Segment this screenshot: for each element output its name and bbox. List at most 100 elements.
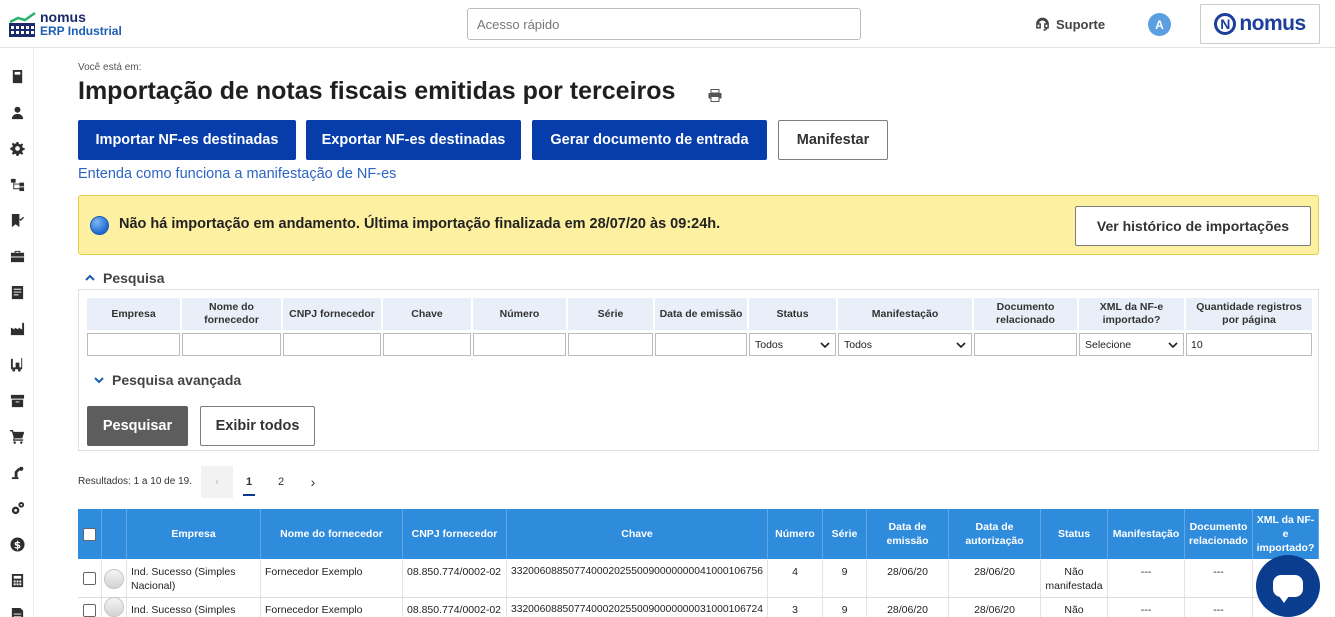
import-nfe-button[interactable]: Importar NF-es destinadas	[78, 120, 296, 160]
row-checkbox[interactable]	[83, 604, 96, 617]
document-icon[interactable]	[9, 284, 25, 300]
row-checkbox[interactable]	[83, 572, 96, 585]
row-cnpj: 08.850.774/0002-02	[403, 560, 507, 597]
next-page-button[interactable]: ›	[300, 466, 326, 498]
chevron-down-icon	[956, 341, 966, 348]
svg-text:$: $	[13, 539, 20, 551]
chave-filter-input[interactable]	[383, 333, 471, 356]
radio-column-header	[102, 509, 127, 559]
gears-icon[interactable]	[9, 500, 25, 516]
nomus-erp-logo[interactable]: nomus ERP Industrial	[8, 8, 138, 40]
search-section-toggle[interactable]: Pesquisa	[84, 270, 164, 286]
manifest-button[interactable]: Manifestar	[778, 120, 888, 160]
brand-n-mark: N	[1214, 13, 1237, 35]
chat-widget-button[interactable]	[1256, 555, 1320, 617]
sidebar: $	[0, 49, 34, 617]
empresa-filter-input[interactable]	[87, 333, 180, 356]
row-status: Não manifestada	[1041, 560, 1108, 597]
row-fornecedor: Fornecedor Exemplo	[261, 560, 403, 597]
forklift-icon[interactable]	[9, 356, 25, 372]
numero-filter-input[interactable]	[473, 333, 566, 356]
filter-header-per-page: Quantidade registros por página	[1186, 298, 1312, 330]
filter-header-data-emissao: Data de emissão	[655, 298, 747, 330]
dollar-icon[interactable]: $	[9, 536, 25, 552]
bookmark-check-icon[interactable]	[9, 212, 25, 228]
row-numero: 3	[768, 598, 823, 617]
row-manifestacao: ---	[1108, 598, 1185, 617]
user-avatar[interactable]: A	[1148, 13, 1171, 36]
print-icon[interactable]	[708, 89, 722, 102]
book-icon[interactable]	[9, 68, 25, 84]
cnpj-filter-input[interactable]	[283, 333, 381, 356]
support-link[interactable]: Suporte	[1035, 15, 1105, 33]
search-button[interactable]: Pesquisar	[87, 406, 188, 446]
per-page-input[interactable]	[1186, 333, 1312, 356]
table-header-xml[interactable]: XML da NF-e importado?	[1253, 509, 1319, 559]
xml-imported-select[interactable]: Selecione	[1079, 333, 1184, 356]
chat-bubble-icon	[1273, 575, 1303, 603]
row-chave: 3320060885077400020255009000000004100010…	[507, 560, 768, 597]
filter-header-cnpj: CNPJ fornecedor	[283, 298, 381, 330]
xml-select-value: Selecione	[1085, 338, 1132, 351]
row-data-emissao: 28/06/20	[867, 598, 949, 617]
flow-icon[interactable]	[9, 176, 25, 192]
nomus-brand-logo: N nomus	[1200, 4, 1320, 44]
chevron-down-icon	[94, 377, 104, 384]
advanced-search-toggle[interactable]: Pesquisa avançada	[93, 372, 241, 388]
support-label: Suporte	[1056, 16, 1106, 32]
quick-access-input[interactable]	[467, 8, 861, 40]
page-2-button[interactable]: 2	[268, 466, 294, 498]
archive-icon[interactable]	[9, 392, 25, 408]
status-select[interactable]: Todos	[749, 333, 836, 356]
table-header-numero[interactable]: Número	[768, 509, 823, 559]
table-header-status[interactable]: Status	[1041, 509, 1108, 559]
manifestacao-select-value: Todos	[844, 338, 873, 351]
fornecedor-filter-input[interactable]	[182, 333, 281, 356]
page-1-button[interactable]: 1	[236, 466, 262, 498]
table-header-documento[interactable]: Documento relacionado	[1185, 509, 1253, 559]
calculator-icon[interactable]	[9, 572, 25, 588]
robot-arm-icon[interactable]	[9, 464, 25, 480]
table-header-empresa[interactable]: Empresa	[127, 509, 261, 559]
import-status-alert: Não há importação em andamento. Última i…	[78, 195, 1319, 255]
row-data-autorizacao: 28/06/20	[949, 560, 1041, 597]
table-header-chave[interactable]: Chave	[507, 509, 768, 559]
row-serie: 9	[823, 560, 867, 597]
headset-icon	[1036, 17, 1049, 31]
briefcase-icon[interactable]	[9, 248, 25, 264]
report-icon[interactable]	[9, 606, 25, 617]
row-data-autorizacao: 28/06/20	[949, 598, 1041, 617]
export-nfe-button[interactable]: Exportar NF-es destinadas	[306, 120, 521, 160]
building-logo-icon	[9, 12, 36, 37]
serie-filter-input[interactable]	[568, 333, 653, 356]
factory-icon[interactable]	[9, 320, 25, 336]
import-history-button[interactable]: Ver histórico de importações	[1075, 206, 1311, 246]
row-checkbox-cell	[78, 560, 102, 597]
documento-filter-input[interactable]	[974, 333, 1077, 356]
table-header-manifestacao[interactable]: Manifestação	[1108, 509, 1185, 559]
previous-page-button[interactable]: ‹	[201, 466, 233, 498]
page-title: Importação de notas fiscais emitidas por…	[78, 77, 676, 105]
row-empresa: Ind. Sucesso (Simples	[127, 598, 261, 617]
select-all-checkbox[interactable]	[83, 527, 96, 541]
row-radio-cell	[102, 560, 127, 597]
table-header-data-autorizacao[interactable]: Data de autorização	[949, 509, 1041, 559]
status-select-value: Todos	[755, 338, 784, 351]
cart-icon[interactable]	[9, 428, 25, 444]
row-radio-button[interactable]	[104, 568, 124, 589]
table-header-cnpj[interactable]: CNPJ fornecedor	[403, 509, 507, 559]
table-header-data-emissao[interactable]: Data de emissão	[867, 509, 949, 559]
table-header-fornecedor[interactable]: Nome do fornecedor	[261, 509, 403, 559]
settings-icon[interactable]	[9, 140, 25, 156]
row-numero: 4	[768, 560, 823, 597]
filter-header-fornecedor: Nome do fornecedor	[182, 298, 281, 330]
data-emissao-filter-input[interactable]	[655, 333, 747, 356]
generate-entry-document-button[interactable]: Gerar documento de entrada	[532, 120, 767, 160]
user-icon[interactable]	[9, 104, 25, 120]
show-all-button[interactable]: Exibir todos	[200, 406, 315, 446]
manifest-help-link[interactable]: Entenda como funciona a manifestação de …	[78, 166, 396, 182]
filter-header-serie: Série	[568, 298, 653, 330]
table-header-serie[interactable]: Série	[823, 509, 867, 559]
manifestacao-select[interactable]: Todos	[838, 333, 972, 356]
row-radio-button[interactable]	[104, 597, 124, 617]
